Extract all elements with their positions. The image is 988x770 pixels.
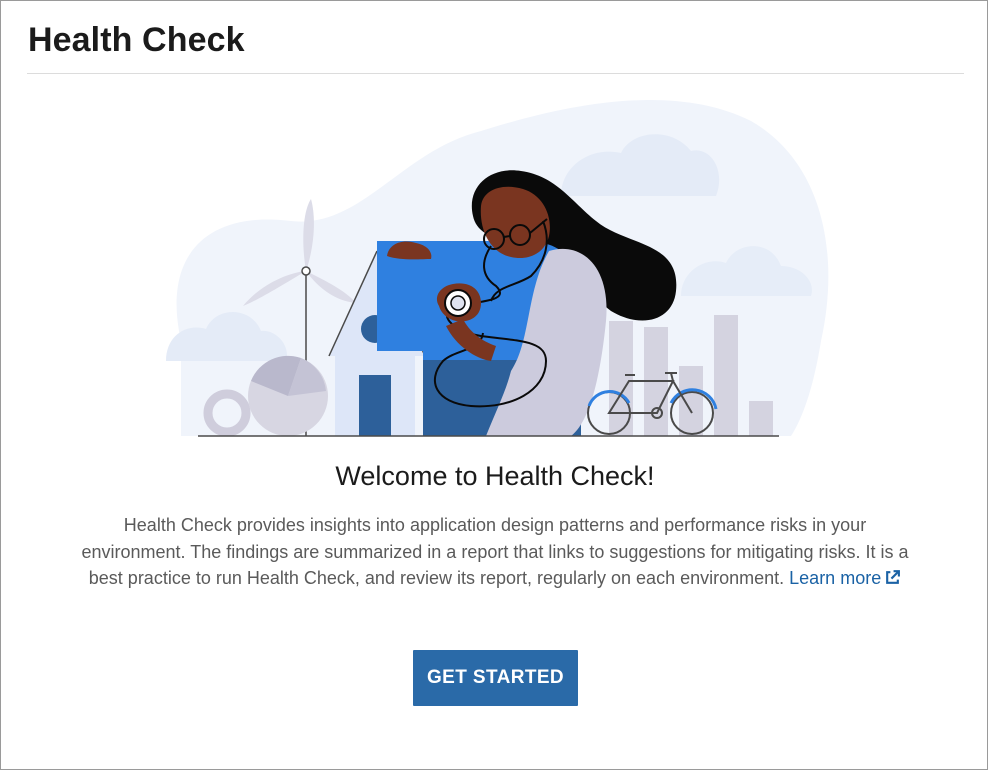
external-link-icon — [886, 570, 901, 584]
learn-more-link[interactable]: Learn more — [789, 568, 901, 588]
welcome-title: Welcome to Health Check! — [335, 461, 655, 491]
pie-shape — [248, 355, 328, 436]
description-text: Health Check provides insights into appl… — [81, 515, 909, 588]
welcome-description: Health Check provides insights into appl… — [75, 512, 915, 592]
header-divider — [27, 73, 964, 74]
page-title: Health Check — [28, 21, 245, 59]
get-started-button[interactable]: GET STARTED — [413, 650, 578, 706]
health-check-panel: Health Check Welcome to Health Check! He… — [0, 0, 988, 770]
learn-more-label: Learn more — [789, 568, 882, 588]
health-check-illustration — [166, 99, 829, 437]
